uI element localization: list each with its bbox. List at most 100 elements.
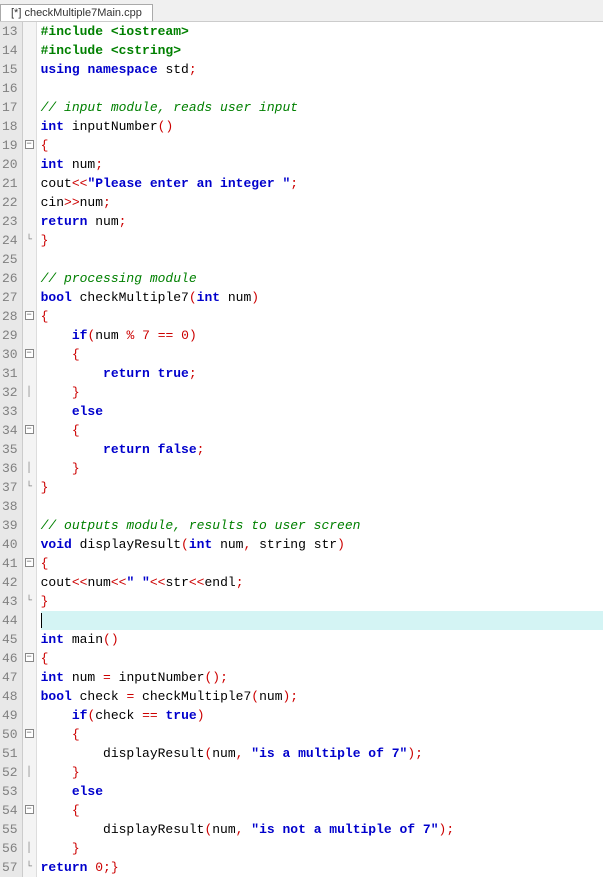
fold-marker[interactable] <box>23 516 36 535</box>
fold-marker[interactable] <box>23 326 36 345</box>
code-line[interactable]: // input module, reads user input <box>41 98 603 117</box>
fold-marker[interactable] <box>23 744 36 763</box>
code-line[interactable]: } <box>41 383 603 402</box>
fold-marker[interactable] <box>23 79 36 98</box>
fold-toggle-icon[interactable]: − <box>25 140 34 149</box>
fold-marker[interactable] <box>23 687 36 706</box>
code-line[interactable]: if(check == true) <box>41 706 603 725</box>
code-line[interactable] <box>41 79 603 98</box>
fold-marker[interactable]: − <box>23 307 36 326</box>
fold-marker[interactable] <box>23 611 36 630</box>
code-line[interactable]: { <box>41 345 603 364</box>
fold-marker[interactable]: − <box>23 801 36 820</box>
code-line[interactable]: } <box>41 459 603 478</box>
code-line[interactable]: } <box>41 763 603 782</box>
fold-marker[interactable]: − <box>23 554 36 573</box>
fold-marker[interactable] <box>23 155 36 174</box>
code-line[interactable]: { <box>41 649 603 668</box>
fold-marker[interactable]: └ <box>23 592 36 611</box>
fold-marker[interactable] <box>23 706 36 725</box>
code-line[interactable]: cin>>num; <box>41 193 603 212</box>
fold-toggle-icon[interactable]: − <box>25 805 34 814</box>
code-line[interactable]: return false; <box>41 440 603 459</box>
fold-marker[interactable]: − <box>23 725 36 744</box>
code-line[interactable]: if(num % 7 == 0) <box>41 326 603 345</box>
code-line[interactable]: cout<<num<<" "<<str<<endl; <box>41 573 603 592</box>
fold-marker[interactable]: − <box>23 345 36 364</box>
fold-marker[interactable]: └ <box>23 478 36 497</box>
fold-marker[interactable] <box>23 22 36 41</box>
fold-marker[interactable] <box>23 60 36 79</box>
code-line[interactable]: { <box>41 801 603 820</box>
code-line[interactable]: bool check = checkMultiple7(num); <box>41 687 603 706</box>
code-line[interactable]: // processing module <box>41 269 603 288</box>
fold-marker[interactable] <box>23 288 36 307</box>
fold-marker[interactable]: └ <box>23 858 36 877</box>
fold-marker[interactable] <box>23 820 36 839</box>
fold-marker[interactable] <box>23 535 36 554</box>
code-line[interactable]: else <box>41 782 603 801</box>
fold-marker[interactable] <box>23 269 36 288</box>
code-line[interactable]: bool checkMultiple7(int num) <box>41 288 603 307</box>
code-line[interactable]: int inputNumber() <box>41 117 603 136</box>
code-line[interactable] <box>41 250 603 269</box>
fold-marker[interactable]: └ <box>23 231 36 250</box>
code-line[interactable] <box>41 497 603 516</box>
code-line[interactable]: // outputs module, results to user scree… <box>41 516 603 535</box>
code-line[interactable]: } <box>41 478 603 497</box>
fold-marker[interactable]: │ <box>23 383 36 402</box>
fold-marker[interactable] <box>23 174 36 193</box>
fold-marker[interactable]: − <box>23 421 36 440</box>
fold-marker[interactable] <box>23 782 36 801</box>
code-line[interactable]: return num; <box>41 212 603 231</box>
fold-column[interactable]: −└−−│−│└−└−−│−│└ <box>23 22 37 877</box>
code-line[interactable]: return 0;} <box>41 858 603 877</box>
code-line[interactable]: { <box>41 554 603 573</box>
file-tab[interactable]: [*] checkMultiple7Main.cpp <box>0 4 153 21</box>
fold-toggle-icon[interactable]: − <box>25 729 34 738</box>
code-editor[interactable]: 1314151617181920212223242526272829303132… <box>0 22 603 877</box>
code-line[interactable]: } <box>41 592 603 611</box>
code-line[interactable]: cout<<"Please enter an integer "; <box>41 174 603 193</box>
code-line[interactable]: { <box>41 725 603 744</box>
code-line[interactable]: { <box>41 136 603 155</box>
fold-toggle-icon[interactable]: − <box>25 311 34 320</box>
code-line[interactable]: displayResult(num, "is not a multiple of… <box>41 820 603 839</box>
code-line[interactable]: using namespace std; <box>41 60 603 79</box>
fold-marker[interactable] <box>23 212 36 231</box>
fold-marker[interactable] <box>23 402 36 421</box>
fold-marker[interactable] <box>23 41 36 60</box>
fold-toggle-icon[interactable]: − <box>25 349 34 358</box>
fold-marker[interactable] <box>23 573 36 592</box>
fold-marker[interactable] <box>23 630 36 649</box>
code-area[interactable]: #include <iostream>#include <cstring>usi… <box>37 22 603 877</box>
code-line[interactable]: #include <cstring> <box>41 41 603 60</box>
code-line[interactable]: displayResult(num, "is a multiple of 7")… <box>41 744 603 763</box>
fold-marker[interactable]: │ <box>23 459 36 478</box>
fold-marker[interactable]: │ <box>23 839 36 858</box>
fold-toggle-icon[interactable]: − <box>25 653 34 662</box>
fold-marker[interactable] <box>23 668 36 687</box>
code-line[interactable]: } <box>41 839 603 858</box>
code-line[interactable]: { <box>41 421 603 440</box>
fold-marker[interactable]: │ <box>23 763 36 782</box>
fold-marker[interactable]: − <box>23 649 36 668</box>
code-line[interactable]: #include <iostream> <box>41 22 603 41</box>
code-line[interactable]: int main() <box>41 630 603 649</box>
code-line[interactable]: return true; <box>41 364 603 383</box>
code-line[interactable] <box>41 611 603 630</box>
code-line[interactable]: void displayResult(int num, string str) <box>41 535 603 554</box>
fold-toggle-icon[interactable]: − <box>25 425 34 434</box>
fold-marker[interactable] <box>23 364 36 383</box>
fold-marker[interactable]: − <box>23 136 36 155</box>
fold-marker[interactable] <box>23 98 36 117</box>
code-line[interactable]: int num = inputNumber(); <box>41 668 603 687</box>
code-line[interactable]: { <box>41 307 603 326</box>
fold-marker[interactable] <box>23 193 36 212</box>
fold-marker[interactable] <box>23 117 36 136</box>
code-line[interactable]: } <box>41 231 603 250</box>
fold-toggle-icon[interactable]: − <box>25 558 34 567</box>
fold-marker[interactable] <box>23 497 36 516</box>
code-line[interactable]: else <box>41 402 603 421</box>
fold-marker[interactable] <box>23 440 36 459</box>
